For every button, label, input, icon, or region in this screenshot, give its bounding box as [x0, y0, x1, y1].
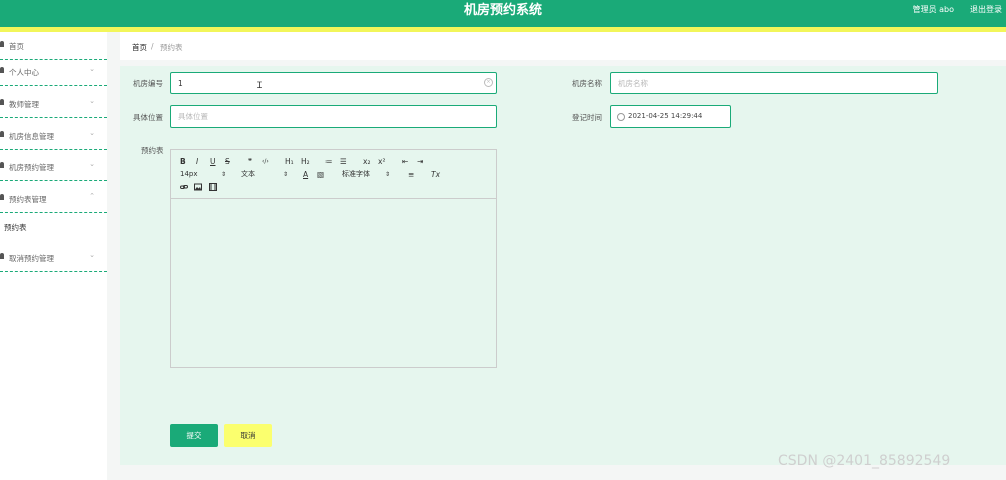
room-no-input[interactable] — [170, 72, 497, 94]
user-icon — [0, 67, 4, 73]
chevron-down-icon: ⌄ — [89, 251, 95, 259]
room-name-input[interactable] — [610, 72, 938, 94]
strike-button[interactable]: S — [225, 157, 230, 166]
rich-text-editor: B I U S ❞ ‹/› H₁ H₂ ≔ ☰ x₂ x² ⇤ ⇥ 14px ⇕… — [170, 149, 497, 368]
select-arrows-icon: ⇕ — [385, 171, 391, 178]
user-icon — [0, 162, 4, 168]
sidebar-item-label: 预约表管理 — [9, 195, 47, 204]
superscript-button[interactable]: x² — [378, 157, 385, 166]
blockquote-button[interactable]: ❞ — [248, 157, 252, 166]
editor-toolbar: B I U S ❞ ‹/› H₁ H₂ ≔ ☰ x₂ x² ⇤ ⇥ 14px ⇕… — [171, 150, 496, 199]
home-icon — [0, 41, 4, 47]
sidebar-item-label: 个人中心 — [9, 68, 39, 77]
editor-content-area[interactable] — [171, 199, 496, 367]
sidebar-item-room-info[interactable]: 机房信息管理 ⌄ — [0, 124, 107, 150]
room-no-label: 机房编号 — [133, 79, 163, 88]
sidebar-item-personal-center[interactable]: 个人中心 ⌄ — [0, 60, 107, 86]
font-size-select[interactable]: 14px — [180, 170, 198, 179]
app-title: 机房预约系统 — [463, 3, 542, 18]
user-icon — [0, 131, 4, 137]
chevron-down-icon: ⌄ — [89, 129, 95, 137]
csdn-watermark: CSDN @2401_85892549 — [778, 453, 951, 469]
cancel-button[interactable]: 取消 — [224, 424, 272, 447]
text-cursor-icon: Ɪ — [257, 81, 263, 91]
breadcrumb-separator: / — [151, 42, 154, 51]
italic-button[interactable]: I — [196, 157, 198, 166]
select-arrows-icon: ⇕ — [221, 171, 227, 178]
heading1-button[interactable]: H₁ — [285, 157, 294, 166]
breadcrumb: 首页 / 预约表 — [120, 32, 1006, 60]
sidebar-subitem-booking-table[interactable]: 预约表 — [4, 222, 27, 233]
sidebar-item-label: 首页 — [9, 42, 24, 51]
sidebar-item-label: 机房信息管理 — [9, 132, 54, 141]
clock-icon — [617, 113, 625, 121]
select-arrows-icon: ⇕ — [283, 171, 289, 178]
font-color-button[interactable]: A — [303, 170, 308, 179]
register-time-label: 登记时间 — [572, 113, 602, 122]
align-button[interactable]: ≡ — [408, 170, 414, 179]
register-time-value: 2021-04-25 14:29:44 — [628, 112, 703, 120]
breadcrumb-home[interactable]: 首页 — [132, 42, 147, 53]
underline-button[interactable]: U — [210, 157, 216, 166]
user-icon — [0, 194, 4, 200]
background-color-button[interactable]: ▧ — [317, 170, 324, 179]
image-icon[interactable] — [194, 183, 202, 193]
subscript-button[interactable]: x₂ — [363, 157, 370, 166]
sidebar-item-label: 教师管理 — [9, 100, 39, 109]
ordered-list-button[interactable]: ≔ — [325, 157, 333, 166]
heading2-button[interactable]: H₂ — [301, 157, 310, 166]
user-icon — [0, 99, 4, 105]
sidebar: 首页 个人中心 ⌄ 教师管理 ⌄ 机房信息管理 ⌄ 机房预约管理 ⌄ 预约表管理… — [0, 32, 107, 480]
sidebar-item-label: 取消预约管理 — [9, 254, 54, 263]
breadcrumb-current: 预约表 — [160, 43, 183, 52]
top-bar: 机房预约系统 管理员 abo 退出登录 — [0, 0, 1006, 27]
link-icon[interactable] — [180, 183, 188, 193]
clear-icon[interactable]: × — [484, 78, 493, 87]
sidebar-item-teacher-management[interactable]: 教师管理 ⌄ — [0, 92, 107, 118]
clear-format-button[interactable]: Tx — [431, 170, 440, 179]
sidebar-item-cancel-booking[interactable]: 取消预约管理 ⌄ — [0, 246, 107, 272]
bold-button[interactable]: B — [180, 157, 186, 166]
location-label: 具体位置 — [133, 113, 163, 122]
logout-link[interactable]: 退出登录 — [970, 4, 1002, 15]
bullet-list-button[interactable]: ☰ — [340, 157, 347, 166]
chevron-up-icon: ⌃ — [89, 192, 95, 200]
sidebar-item-home[interactable]: 首页 — [0, 34, 107, 60]
outdent-button[interactable]: ⇤ — [402, 157, 408, 166]
sidebar-item-label: 机房预约管理 — [9, 163, 54, 172]
code-button[interactable]: ‹/› — [262, 157, 269, 166]
text-type-select[interactable]: 文本 — [241, 170, 255, 179]
location-input[interactable] — [170, 105, 497, 128]
room-name-label: 机房名称 — [572, 79, 602, 88]
booking-table-label: 预约表 — [141, 146, 164, 155]
current-user: 管理员 abo — [912, 5, 954, 14]
video-icon[interactable] — [209, 183, 217, 193]
submit-button[interactable]: 提交 — [170, 424, 218, 447]
register-time-picker[interactable]: 2021-04-25 14:29:44 — [610, 105, 731, 128]
user-icon — [0, 253, 4, 259]
chevron-down-icon: ⌄ — [89, 97, 95, 105]
chevron-down-icon: ⌄ — [89, 65, 95, 73]
font-family-select[interactable]: 标准字体 — [342, 170, 370, 179]
indent-button[interactable]: ⇥ — [417, 157, 423, 166]
sidebar-item-booking-table[interactable]: 预约表管理 ⌃ — [0, 187, 107, 213]
sidebar-item-room-booking[interactable]: 机房预约管理 ⌄ — [0, 155, 107, 181]
chevron-down-icon: ⌄ — [89, 160, 95, 168]
